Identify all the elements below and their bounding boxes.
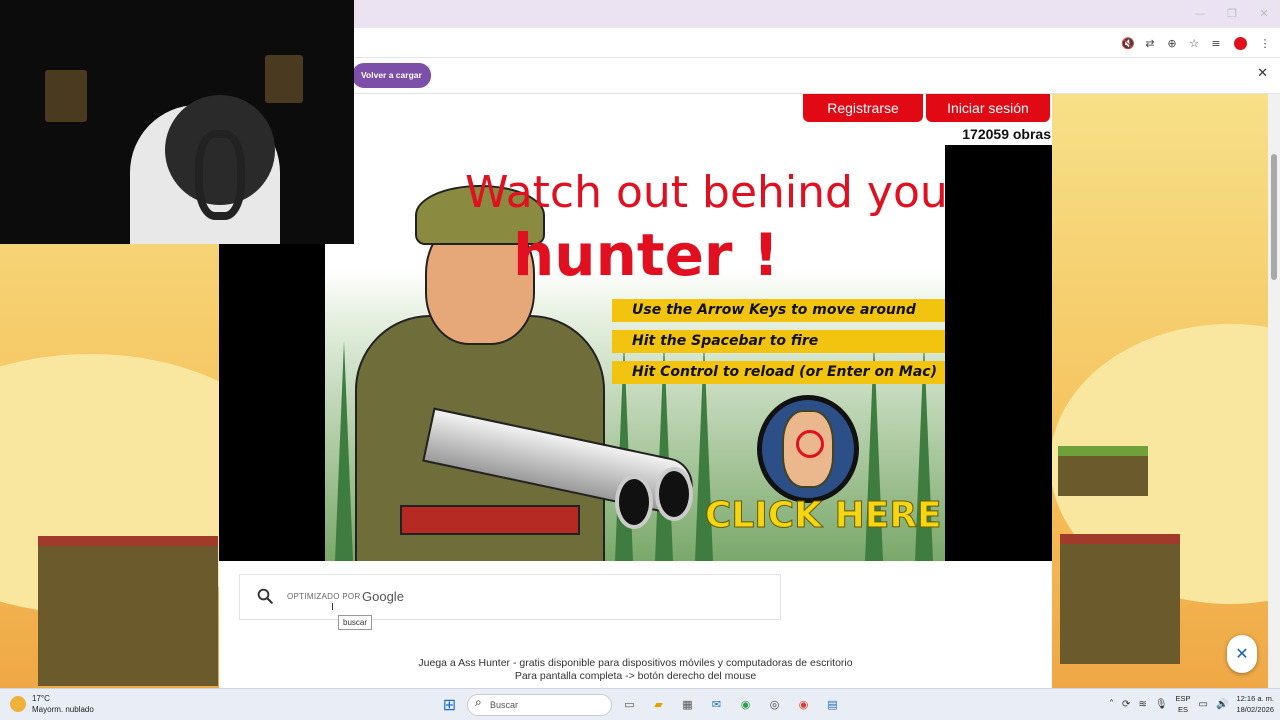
restore-icon[interactable]: ❐: [1216, 0, 1248, 28]
scrollbar[interactable]: [1268, 94, 1280, 688]
target-icon[interactable]: [757, 395, 859, 503]
reload-button[interactable]: Volver a cargar: [352, 63, 431, 88]
text-cursor-icon: I: [331, 602, 334, 613]
webcam-overlay: [0, 0, 354, 244]
login-button[interactable]: Iniciar sesión: [926, 94, 1050, 122]
game-title-line1: Watch out behind you: [465, 167, 945, 218]
windows-start-icon[interactable]: ⊞: [438, 693, 461, 716]
minimize-icon[interactable]: —: [1184, 0, 1216, 28]
instruction-line: Use the Arrow Keys to move around: [612, 299, 945, 322]
footer-text: Juega a Ass Hunter - gratis disponible p…: [418, 657, 853, 669]
store-icon[interactable]: ▦: [676, 693, 699, 716]
floating-island: [1060, 534, 1180, 664]
barrel-end: [615, 475, 653, 529]
close-icon[interactable]: ✕: [1257, 66, 1268, 81]
mail-icon[interactable]: ✉: [705, 693, 728, 716]
weather-widget[interactable]: 17°C Mayorm. nublado: [10, 693, 94, 715]
keyboard-code: ES: [1178, 705, 1189, 714]
floating-island: [1058, 446, 1148, 496]
wall-poster: [265, 55, 303, 103]
click-here-button[interactable]: CLICK HERE: [705, 495, 943, 537]
footer-text: Para pantalla completa -> botón derecho …: [514, 670, 757, 682]
address-bar-icons: 🔇 ⇄ ⊕ ☆ ≡ ⋮: [1119, 33, 1274, 53]
crosshair-icon: [796, 430, 824, 458]
taskbar: 17°C Mayorm. nublado ⊞ Buscar ▭ ▰ ▦ ✉ ◉ …: [0, 688, 1280, 720]
window-controls: — ❐ ✕: [1184, 0, 1280, 28]
mute-icon[interactable]: 🔇: [1119, 33, 1137, 53]
floating-island: [38, 536, 218, 686]
scroll-thumb[interactable]: [1271, 154, 1277, 280]
game-title-line2: hunter !: [513, 221, 780, 289]
weather-icon: [10, 696, 26, 712]
system-tray: ˄ ⟳ ≋ 🎙 ESP ES ▭ 🔊 12:16 a. m. 18/02/202…: [1109, 693, 1274, 715]
chrome-icon[interactable]: ◉: [792, 693, 815, 716]
weather-description: Mayorm. nublado: [32, 705, 94, 714]
menu-kebab-icon[interactable]: ⋮: [1256, 33, 1274, 53]
wall-poster: [45, 70, 87, 122]
close-icon[interactable]: ✕: [1227, 635, 1257, 673]
clock-time: 12:16 a. m.: [1236, 694, 1274, 703]
taskbar-apps: ⊞ Buscar ▭ ▰ ▦ ✉ ◉ ◎ ◉ ▤: [438, 693, 844, 716]
clock-date: 18/02/2026: [1236, 705, 1274, 714]
search-tooltip: buscar: [338, 615, 373, 630]
bookmark-star-icon[interactable]: ☆: [1185, 33, 1203, 53]
volume-icon[interactable]: 🔊: [1216, 699, 1228, 710]
google-brand: Google: [362, 589, 404, 604]
media-control-icon[interactable]: ≡: [1207, 33, 1225, 53]
language-code: ESP: [1175, 694, 1191, 703]
task-view-icon[interactable]: ▭: [618, 693, 641, 716]
app-icon[interactable]: ◎: [763, 693, 786, 716]
ammo-belt: [400, 505, 580, 535]
microphone-icon[interactable]: 🎙: [1155, 699, 1168, 710]
chevron-up-icon[interactable]: ˄: [1109, 699, 1114, 710]
instruction-line: Hit the Spacebar to fire: [612, 330, 945, 353]
search-icon[interactable]: [256, 587, 274, 605]
instruction-line: Hit Control to reload (or Enter on Mac): [612, 361, 945, 384]
works-count: 172059 obras: [962, 126, 1051, 142]
profile-avatar[interactable]: [1234, 36, 1247, 50]
barrel-end: [655, 467, 693, 521]
translate-icon[interactable]: ⇄: [1141, 33, 1159, 53]
register-button[interactable]: Registrarse: [803, 94, 923, 122]
headphones: [195, 130, 245, 220]
notepad-icon[interactable]: ▤: [821, 693, 844, 716]
language-indicator[interactable]: ESP ES: [1176, 693, 1191, 715]
temperature: 17°C: [32, 694, 50, 703]
grass-blade: [335, 341, 353, 561]
search-box[interactable]: OPTIMIZADO POR Google: [239, 574, 781, 620]
zoom-icon[interactable]: ⊕: [1163, 33, 1181, 53]
close-window-icon[interactable]: ✕: [1248, 0, 1280, 28]
clock[interactable]: 12:16 a. m. 18/02/2026: [1236, 693, 1274, 715]
powered-by-label: OPTIMIZADO POR: [287, 592, 361, 601]
game-canvas[interactable]: Watch out behind you hunter ! Use the Ar…: [325, 145, 945, 561]
display-icon[interactable]: ▭: [1199, 699, 1208, 710]
sync-icon[interactable]: ⟳: [1122, 699, 1130, 710]
chrome-icon[interactable]: ◉: [734, 693, 757, 716]
network-icon[interactable]: ≋: [1138, 699, 1146, 710]
taskbar-search[interactable]: Buscar: [467, 693, 612, 716]
file-explorer-icon[interactable]: ▰: [647, 693, 670, 716]
